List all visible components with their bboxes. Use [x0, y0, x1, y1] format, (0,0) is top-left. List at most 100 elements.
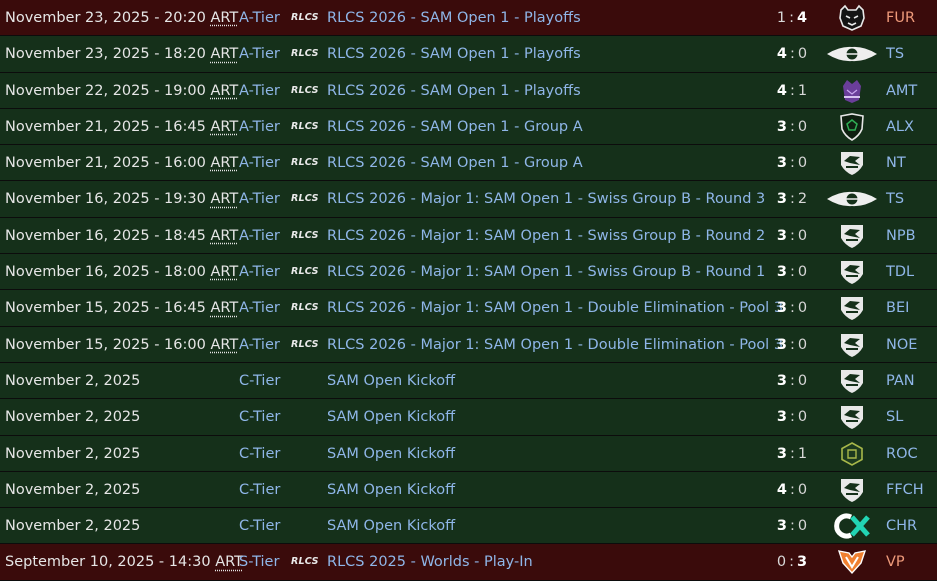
opponent-link[interactable]: AMT: [886, 73, 917, 109]
score-right: 0: [797, 264, 808, 281]
tier-link[interactable]: A-Tier: [239, 145, 280, 181]
opponent-link[interactable]: CHR: [886, 508, 917, 544]
timezone-abbr[interactable]: ART: [210, 300, 238, 316]
match-date: November 15, 2025 - 16:45 ART: [5, 300, 239, 317]
tier-link[interactable]: A-Tier: [239, 254, 280, 290]
rocket-league-icon[interactable]: [826, 254, 878, 290]
tournament-link[interactable]: RLCS 2026 - SAM Open 1 - Playoffs: [327, 73, 581, 109]
opponent-link[interactable]: NPB: [886, 218, 916, 254]
team-secret-icon[interactable]: [826, 36, 878, 72]
timezone-abbr[interactable]: ART: [210, 119, 238, 135]
tier-link[interactable]: C-Tier: [239, 399, 280, 435]
opponent-link[interactable]: ALX: [886, 109, 914, 145]
timezone-abbr[interactable]: ART: [210, 191, 238, 207]
opponent-link[interactable]: PAN: [886, 363, 915, 399]
score-left: 3: [776, 518, 787, 535]
opponent-link[interactable]: SL: [886, 399, 903, 435]
score-right: 0: [797, 409, 808, 426]
tier-link[interactable]: A-Tier: [239, 73, 280, 109]
tournament-link[interactable]: RLCS 2026 - SAM Open 1 - Playoffs: [327, 0, 581, 36]
tournament-link[interactable]: RLCS 2025 - Worlds - Play-In: [327, 544, 533, 580]
match-score: 3:0: [760, 508, 824, 544]
tier-link[interactable]: A-Tier: [239, 327, 280, 363]
match-score: 4:0: [760, 36, 824, 72]
tier-link[interactable]: A-Tier: [239, 181, 280, 217]
tournament-link[interactable]: RLCS 2026 - SAM Open 1 - Group A: [327, 145, 583, 181]
tier-link[interactable]: C-Tier: [239, 363, 280, 399]
opponent-link[interactable]: FFCH: [886, 472, 924, 508]
tournament-link[interactable]: RLCS 2026 - Major 1: SAM Open 1 - Swiss …: [327, 254, 765, 290]
rocket-league-icon[interactable]: [826, 327, 878, 363]
tier-link[interactable]: A-Tier: [239, 109, 280, 145]
match-score: 4:0: [760, 472, 824, 508]
timezone-abbr[interactable]: ART: [210, 155, 238, 171]
cx-icon[interactable]: [826, 508, 878, 544]
match-row: November 21, 2025 - 16:00 ART A-Tier RLCS R…: [0, 145, 937, 182]
tournament-link[interactable]: RLCS 2026 - Major 1: SAM Open 1 - Double…: [327, 290, 783, 326]
rocket-league-icon[interactable]: [826, 145, 878, 181]
match-score: 3:0: [760, 290, 824, 326]
match-row: November 2, 2025 C-Tier SAM Open Kickoff 3:…: [0, 362, 937, 400]
tier-link[interactable]: C-Tier: [239, 436, 280, 472]
tournament-link[interactable]: SAM Open Kickoff: [327, 399, 455, 435]
tier-link[interactable]: C-Tier: [239, 508, 280, 544]
tier-link[interactable]: A-Tier: [239, 290, 280, 326]
score-separator: :: [789, 118, 795, 135]
virtus-pro-icon[interactable]: [826, 544, 878, 580]
tournament-link[interactable]: RLCS 2026 - SAM Open 1 - Playoffs: [327, 36, 581, 72]
timezone-abbr[interactable]: ART: [210, 228, 238, 244]
hexagon-icon[interactable]: [826, 436, 878, 472]
tournament-link[interactable]: RLCS 2026 - Major 1: SAM Open 1 - Double…: [327, 327, 783, 363]
tournament-link[interactable]: RLCS 2026 - Major 1: SAM Open 1 - Swiss …: [327, 181, 765, 217]
tier-link[interactable]: C-Tier: [239, 472, 280, 508]
score-left: 3: [776, 155, 787, 172]
tournament-link[interactable]: SAM Open Kickoff: [327, 508, 455, 544]
score-separator: :: [789, 46, 795, 63]
score-right: 1: [797, 82, 808, 99]
rocket-league-icon[interactable]: [826, 290, 878, 326]
tournament-link[interactable]: SAM Open Kickoff: [327, 436, 455, 472]
opponent-link[interactable]: TDL: [886, 254, 914, 290]
opponent-link[interactable]: VP: [886, 544, 905, 580]
panther-icon[interactable]: [826, 0, 878, 36]
timezone-abbr[interactable]: ART: [210, 337, 238, 353]
match-row: September 10, 2025 - 14:30 ART S-Tier RLCS…: [0, 544, 937, 581]
team-secret-icon[interactable]: [826, 181, 878, 217]
score-right: 4: [797, 10, 808, 26]
match-date: November 2, 2025: [5, 409, 141, 426]
rocket-league-icon[interactable]: [826, 399, 878, 435]
rocket-league-icon[interactable]: [826, 472, 878, 508]
tier-link[interactable]: A-Tier: [239, 0, 280, 36]
series-logo: RLCS: [291, 338, 319, 350]
timezone-abbr[interactable]: ART: [210, 46, 238, 62]
tournament-link[interactable]: SAM Open Kickoff: [327, 472, 455, 508]
timezone-abbr[interactable]: ART: [210, 10, 238, 26]
timezone-abbr[interactable]: ART: [210, 264, 238, 280]
tier-link[interactable]: S-Tier: [239, 544, 279, 580]
shield-icon[interactable]: [826, 109, 878, 145]
match-row: November 2, 2025 C-Tier SAM Open Kickoff 4:…: [0, 471, 937, 509]
score-separator: :: [789, 155, 795, 172]
opponent-link[interactable]: ROC: [886, 436, 918, 472]
match-date: November 2, 2025: [5, 518, 141, 535]
score-left: 0: [776, 554, 787, 571]
opponent-link[interactable]: TS: [886, 36, 904, 72]
series-logo: RLCS: [291, 12, 319, 23]
opponent-link[interactable]: TS: [886, 181, 904, 217]
rocket-league-icon[interactable]: [826, 218, 878, 254]
tier-link[interactable]: A-Tier: [239, 36, 280, 72]
tournament-link[interactable]: RLCS 2026 - Major 1: SAM Open 1 - Swiss …: [327, 218, 765, 254]
tournament-link[interactable]: SAM Open Kickoff: [327, 363, 455, 399]
tier-link[interactable]: A-Tier: [239, 218, 280, 254]
match-row: November 16, 2025 - 19:30 ART A-Tier RLCS R…: [0, 181, 937, 218]
tournament-link[interactable]: RLCS 2026 - SAM Open 1 - Group A: [327, 109, 583, 145]
opponent-link[interactable]: NT: [886, 145, 906, 181]
opponent-link[interactable]: FUR: [886, 0, 915, 36]
opponent-link[interactable]: BEI: [886, 290, 909, 326]
rocket-league-icon[interactable]: [826, 363, 878, 399]
match-date: November 16, 2025 - 18:45 ART: [5, 227, 239, 244]
match-score: 0:3: [760, 544, 824, 580]
opponent-link[interactable]: NOE: [886, 327, 917, 363]
amethyst-icon[interactable]: [826, 73, 878, 109]
timezone-abbr[interactable]: ART: [210, 83, 238, 99]
